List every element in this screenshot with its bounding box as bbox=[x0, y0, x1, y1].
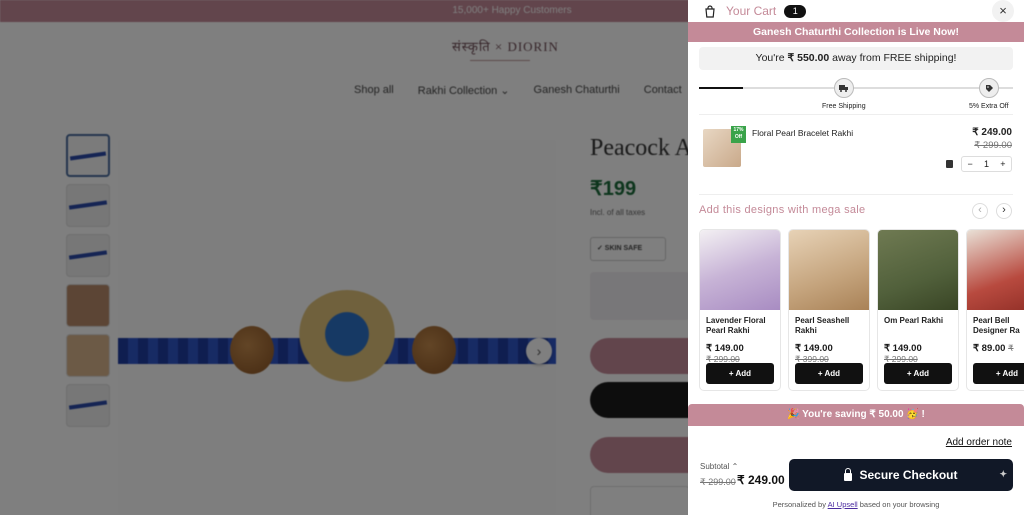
discount-badge: 17% Off bbox=[731, 126, 746, 143]
lock-icon bbox=[844, 467, 853, 481]
subtotal-toggle[interactable]: Subtotal ⌃ bbox=[700, 462, 738, 471]
quantity-stepper: − 1 + bbox=[961, 156, 1012, 172]
divider bbox=[699, 114, 1013, 115]
upsell-product-name: Pearl Bell Designer Ra bbox=[973, 316, 1020, 335]
cart-header: Your Cart 1 × bbox=[688, 0, 1024, 22]
shipping-prefix: You're bbox=[755, 52, 785, 64]
upsell-product-name: Om Pearl Rakhi bbox=[884, 316, 944, 325]
subtotal-price: ₹ 249.00 bbox=[737, 473, 785, 487]
savings-banner: 🎉 You're saving ₹ 50.00 🥳 ! bbox=[688, 404, 1024, 426]
upsell-card[interactable]: Lavender Floral Pearl Rakhi ₹ 149.00 ₹ 2… bbox=[699, 229, 781, 391]
footer-prefix: Personalized by bbox=[772, 500, 826, 509]
item-price: ₹ 249.00 bbox=[972, 127, 1012, 138]
upsell-carousel: Lavender Floral Pearl Rakhi ₹ 149.00 ₹ 2… bbox=[699, 229, 1024, 391]
cart-title: Your Cart bbox=[726, 4, 777, 18]
ai-upsell-link[interactable]: AI Upsell bbox=[828, 500, 858, 509]
subtotal-compare-price: ₹ 299.00 bbox=[700, 477, 736, 487]
product-image bbox=[878, 230, 958, 310]
shipping-progress: Free Shipping 5% Extra Off bbox=[699, 78, 1013, 110]
personalized-footer: Personalized by AI Upsell based on your … bbox=[688, 500, 1024, 509]
footer-suffix: based on your browsing bbox=[859, 500, 940, 509]
cart-line-item: 17% Off Floral Pearl Bracelet Rakhi ₹ 24… bbox=[688, 123, 1024, 195]
promo-banner: Ganesh Chaturthi Collection is Live Now! bbox=[688, 22, 1024, 42]
cart-drawer: Your Cart 1 × Ganesh Chaturthi Collectio… bbox=[688, 0, 1024, 515]
upsell-add-button[interactable]: + Add bbox=[973, 363, 1024, 384]
product-image bbox=[967, 230, 1024, 310]
shopping-bag-icon bbox=[704, 4, 716, 18]
free-shipping-message: You're ₹ 550.00 away from FREE shipping! bbox=[699, 47, 1013, 70]
secure-checkout-button[interactable]: Secure Checkout ✦ bbox=[789, 459, 1013, 491]
progress-fill bbox=[699, 87, 743, 89]
upsell-product-price: ₹ 149.00 bbox=[884, 343, 922, 354]
upsell-next-button[interactable]: › bbox=[996, 203, 1012, 219]
upsell-card[interactable]: Pearl Bell Designer Ra ₹ 89.00 ₹ + Add bbox=[966, 229, 1024, 391]
checkout-label: Secure Checkout bbox=[859, 468, 958, 482]
product-image bbox=[700, 230, 780, 310]
upsell-product-price: ₹ 89.00 ₹ bbox=[967, 340, 1024, 354]
upsell-product-price: ₹ 149.00 bbox=[706, 343, 744, 354]
upsell-add-button[interactable]: + Add bbox=[795, 363, 863, 384]
tag-icon bbox=[979, 78, 999, 98]
upsell-card[interactable]: Om Pearl Rakhi ₹ 149.00 ₹ 299.00 + Add bbox=[877, 229, 959, 391]
price-value: ₹ 89.00 bbox=[973, 343, 1006, 354]
close-cart-button[interactable]: × bbox=[992, 0, 1014, 22]
item-name[interactable]: Floral Pearl Bracelet Rakhi bbox=[752, 128, 853, 138]
shipping-remaining-amount: ₹ 550.00 bbox=[787, 52, 830, 64]
upsell-card[interactable]: Pearl Seashell Rakhi ₹ 149.00 ₹ 399.00 +… bbox=[788, 229, 870, 391]
add-order-note-link[interactable]: Add order note bbox=[946, 437, 1012, 448]
qty-decrease-button[interactable]: − bbox=[962, 157, 978, 171]
upsell-product-price: ₹ 149.00 bbox=[795, 343, 833, 354]
qty-value[interactable]: 1 bbox=[978, 157, 994, 171]
sparkle-icon: ✦ bbox=[999, 469, 1007, 479]
shipping-suffix: away from FREE shipping! bbox=[832, 52, 957, 64]
upsell-product-name: Pearl Seashell Rakhi bbox=[795, 316, 850, 335]
divider bbox=[699, 194, 1013, 195]
truck-icon bbox=[834, 78, 854, 98]
upsell-compare-price: ₹ bbox=[1008, 343, 1014, 353]
trash-icon[interactable] bbox=[946, 160, 953, 168]
milestone-label-extra-off: 5% Extra Off bbox=[969, 103, 1009, 110]
upsell-product-name: Lavender Floral Pearl Rakhi bbox=[706, 316, 766, 335]
qty-increase-button[interactable]: + bbox=[995, 157, 1011, 171]
milestone-label-free-shipping: Free Shipping bbox=[822, 103, 866, 110]
upsell-add-button[interactable]: + Add bbox=[884, 363, 952, 384]
cart-count-badge: 1 bbox=[784, 4, 807, 18]
product-image bbox=[789, 230, 869, 310]
upsell-title: Add this designs with mega sale bbox=[699, 204, 866, 216]
item-compare-price: ₹ 299.00 bbox=[974, 140, 1012, 151]
upsell-add-button[interactable]: + Add bbox=[706, 363, 774, 384]
upsell-prev-button[interactable]: ‹ bbox=[972, 203, 988, 219]
drawer-backdrop[interactable] bbox=[0, 0, 688, 515]
progress-track bbox=[699, 87, 1013, 89]
